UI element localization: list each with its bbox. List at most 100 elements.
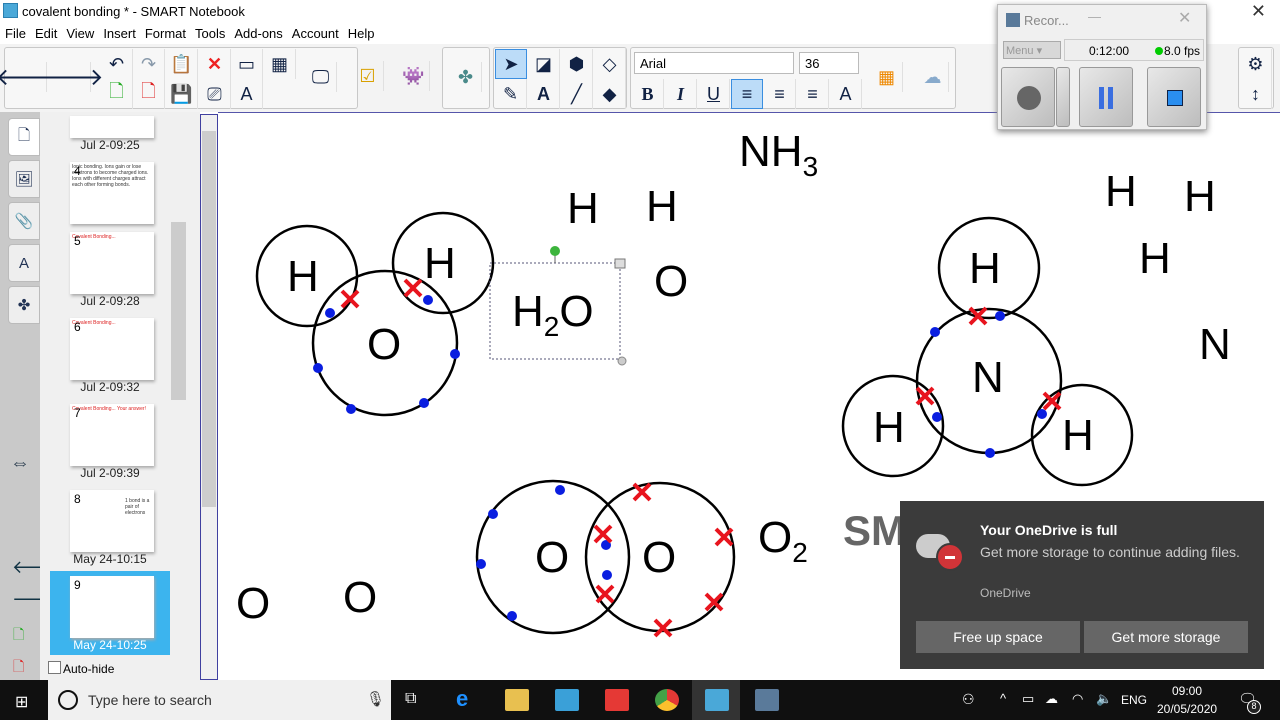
page-thumbnail-4[interactable]: 4 Ionic bonding. Ions gain or lose electr…	[70, 162, 154, 224]
label-o[interactable]: O	[343, 576, 377, 620]
electron-cross[interactable]	[653, 618, 673, 638]
app-l-icon[interactable]	[555, 689, 579, 711]
language-indicator[interactable]: ENG	[1121, 693, 1147, 707]
select-tool[interactable]: ➤	[495, 49, 527, 79]
document-camera-button[interactable]: 🖵	[305, 62, 337, 92]
label-h[interactable]: H	[1139, 237, 1171, 281]
font-select[interactable]: Arial	[634, 52, 794, 74]
menu-help[interactable]: Help	[343, 22, 379, 41]
next-page-button[interactable]: 🡒	[39, 62, 104, 92]
align-right-button[interactable]: ≡	[797, 79, 829, 109]
text-options-button[interactable]: A	[830, 79, 862, 109]
task-view-icon[interactable]: ⧉	[405, 690, 416, 708]
shapes-tool[interactable]: ◪	[528, 49, 560, 79]
electron-dot[interactable]	[488, 509, 498, 519]
record-options-dropdown[interactable]	[1056, 67, 1070, 127]
color-palette-icon[interactable]: ▦	[871, 62, 903, 92]
microphone-icon[interactable]: 🎙	[366, 690, 385, 708]
people-icon[interactable]: ⚇	[962, 691, 975, 708]
redo-button[interactable]: ↷	[133, 49, 165, 79]
electron-cross[interactable]	[595, 584, 615, 604]
line-tool[interactable]: ╱	[561, 79, 593, 109]
add-page-icon[interactable]: 🗋	[13, 624, 24, 648]
eraser-tool[interactable]: ◆	[594, 79, 626, 109]
get-more-storage-button[interactable]: Get more storage	[1084, 621, 1248, 653]
page-thumbnail-6[interactable]: 6 Covalent Bonding...	[70, 318, 154, 380]
font-size-select[interactable]: 36	[799, 52, 859, 74]
page-thumbnail-3[interactable]	[70, 116, 154, 138]
delete-page-button[interactable]: 🗋	[133, 79, 165, 109]
electron-dot[interactable]	[476, 559, 486, 569]
close-recorder-button[interactable]: ✕	[1178, 8, 1191, 28]
scrollbar-thumb[interactable]	[202, 131, 216, 507]
label-h[interactable]: H	[646, 185, 678, 229]
underline-button[interactable]: U	[698, 79, 730, 109]
paste-icon[interactable]: 📋	[166, 49, 198, 79]
electron-dot[interactable]	[423, 295, 433, 305]
electron-cross[interactable]	[714, 527, 734, 547]
rotate-handle[interactable]	[550, 246, 560, 256]
electron-dot[interactable]	[325, 308, 335, 318]
smart-notebook-taskbar-icon[interactable]	[705, 689, 729, 711]
electron-dot[interactable]	[985, 448, 995, 458]
menu-insert[interactable]: Insert	[98, 22, 140, 41]
gear-icon[interactable]: ⚙	[1240, 49, 1272, 79]
app-red-icon[interactable]	[605, 689, 629, 711]
free-up-space-button[interactable]: Free up space	[916, 621, 1080, 653]
addons-tab[interactable]: ✤	[8, 286, 40, 324]
resize-sidebar-icon[interactable]: ⇔	[10, 452, 30, 475]
menu-tools[interactable]: Tools	[190, 22, 229, 41]
minimize-button[interactable]: —	[1088, 9, 1101, 24]
vertical-scrollbar[interactable]	[200, 114, 218, 680]
attachments-tab[interactable]: 📎	[8, 202, 40, 240]
electron-dot[interactable]	[346, 404, 356, 414]
electron-dot[interactable]	[1037, 409, 1047, 419]
taskbar-search[interactable]: Type here to search 🎙	[48, 680, 391, 720]
electron-dot[interactable]	[602, 570, 612, 580]
page-thumbnail-7[interactable]: 7 Covalent Bonding... Your answer!	[70, 404, 154, 466]
italic-button[interactable]: I	[665, 79, 697, 109]
move-toolbar-icon[interactable]: ↕	[1240, 79, 1272, 109]
properties-tab[interactable]: A	[8, 244, 40, 282]
electron-dot[interactable]	[932, 412, 942, 422]
label-o[interactable]: O	[236, 582, 270, 626]
text-tool[interactable]: A	[528, 79, 560, 109]
recorder-taskbar-icon[interactable]	[755, 689, 779, 711]
menu-file[interactable]: File	[0, 22, 30, 41]
label-n[interactable]: N	[1199, 323, 1231, 367]
chrome-icon[interactable]	[655, 689, 679, 711]
onedrive-tray-icon[interactable]: ☁	[1045, 691, 1058, 707]
lab-activity-icon[interactable]: 👾	[398, 61, 430, 91]
screen-button[interactable]: ⎚	[199, 79, 231, 109]
volume-icon[interactable]: 🔈	[1096, 691, 1112, 707]
windows-start-icon[interactable]: ⊞	[15, 692, 28, 712]
object-menu-handle[interactable]	[614, 258, 626, 269]
pens-tool[interactable]: ✎	[495, 79, 527, 109]
label-h[interactable]: H	[1105, 170, 1137, 214]
electron-dot[interactable]	[419, 398, 429, 408]
electron-cross[interactable]	[593, 524, 613, 544]
page-thumbnail-9[interactable]: 9	[70, 576, 154, 638]
recorder-menu[interactable]: Menu ▾	[1003, 41, 1061, 59]
puzzle-icon[interactable]: ✤	[450, 62, 482, 92]
align-center-button[interactable]: ≡	[764, 79, 796, 109]
clock-date[interactable]: 20/05/2020	[1157, 702, 1217, 716]
fill-tool[interactable]: ◇	[594, 49, 626, 79]
nh3-formula[interactable]: NH3	[739, 130, 818, 181]
file-explorer-icon[interactable]	[505, 689, 529, 711]
screen-shade-button[interactable]: ▭	[231, 49, 263, 79]
menu-account[interactable]: Account	[287, 22, 343, 41]
menu-edit[interactable]: Edit	[30, 22, 61, 41]
menu-view[interactable]: View	[61, 22, 98, 41]
page-thumbnail-5[interactable]: 5 Covalent Bonding...	[70, 232, 154, 294]
electron-dot[interactable]	[555, 485, 565, 495]
sorter-scrollbar[interactable]	[171, 222, 186, 400]
gallery-tab[interactable]: 🖼	[8, 160, 40, 198]
electron-dot[interactable]	[930, 327, 940, 337]
table-button[interactable]: ▦	[264, 49, 296, 79]
delete-button[interactable]: ✕	[199, 49, 231, 79]
h2o-formula[interactable]: H2O	[512, 290, 594, 341]
resize-handle[interactable]	[617, 356, 627, 366]
page-sorter-tab[interactable]: 🗋	[8, 118, 40, 156]
show-hidden-icons[interactable]: ^	[1000, 691, 1006, 706]
